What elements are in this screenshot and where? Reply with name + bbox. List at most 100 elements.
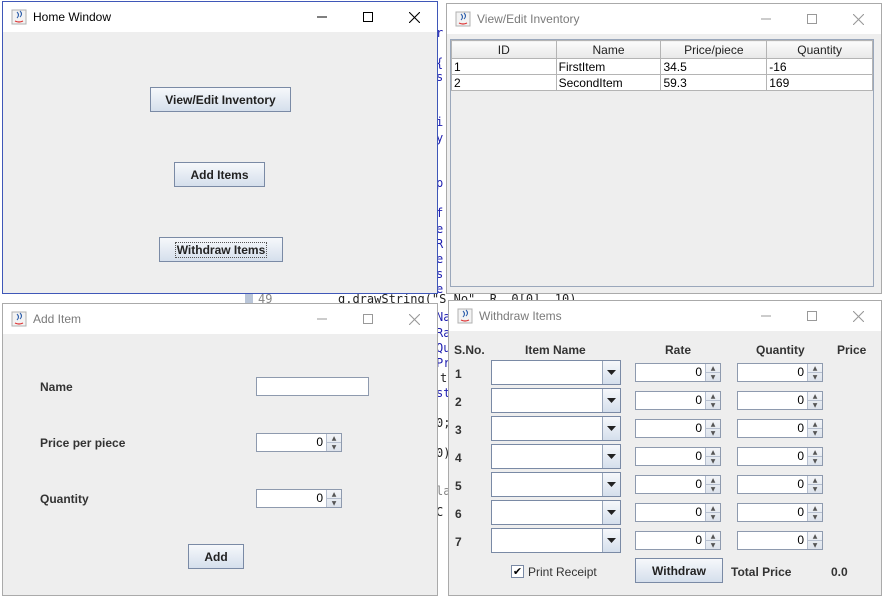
spinner-value[interactable]: 0: [738, 476, 807, 493]
quantity-spinner[interactable]: 0 ▲ ▼: [737, 419, 823, 438]
chevron-down-icon[interactable]: [602, 361, 620, 384]
quantity-spinner[interactable]: 0 ▲ ▼: [737, 363, 823, 382]
name-field[interactable]: [256, 377, 369, 396]
spinner-up-icon[interactable]: ▲: [808, 364, 822, 373]
table-row[interactable]: 2 SecondItem 59.3 169: [451, 74, 873, 91]
spinner-down-icon[interactable]: ▼: [808, 513, 822, 521]
rate-spinner[interactable]: 0 ▲ ▼: [635, 447, 721, 466]
spinner-up-icon[interactable]: ▲: [808, 532, 822, 541]
spinner-down-icon[interactable]: ▼: [706, 541, 720, 549]
spinner-value[interactable]: 0: [738, 504, 807, 521]
spinner-down-icon[interactable]: ▼: [706, 513, 720, 521]
spinner-value[interactable]: 0: [738, 392, 807, 409]
price-spinner[interactable]: 0 ▲ ▼: [256, 433, 342, 452]
table-scroll-pane[interactable]: ID Name Price/piece Quantity 1 FirstItem…: [450, 39, 874, 287]
print-receipt-checkbox[interactable]: ✔: [511, 565, 524, 578]
spinner-up-icon[interactable]: ▲: [706, 420, 720, 429]
view-edit-inventory-button[interactable]: View/Edit Inventory: [150, 87, 291, 112]
spinner-down-icon[interactable]: ▼: [706, 457, 720, 465]
withdraw-items-button[interactable]: Withdraw Items: [159, 237, 283, 262]
dropdown-field[interactable]: [492, 445, 602, 468]
dropdown-field[interactable]: [492, 361, 602, 384]
minimize-button[interactable]: [299, 304, 345, 334]
rate-spinner[interactable]: 0 ▲ ▼: [635, 363, 721, 382]
spinner-value[interactable]: 0: [257, 490, 326, 507]
spinner-down-icon[interactable]: ▼: [808, 541, 822, 549]
column-header-name[interactable]: Name: [555, 40, 662, 59]
spinner-value[interactable]: 0: [636, 448, 705, 465]
chevron-down-icon[interactable]: [602, 445, 620, 468]
spinner-up-icon[interactable]: ▲: [808, 504, 822, 513]
close-button[interactable]: [835, 4, 881, 34]
spinner-value[interactable]: 0: [636, 420, 705, 437]
chevron-down-icon[interactable]: [602, 473, 620, 496]
home-window-titlebar[interactable]: Home Window: [3, 2, 437, 32]
table-cell[interactable]: 34.5: [660, 58, 768, 75]
spinner-value[interactable]: 0: [636, 364, 705, 381]
chevron-down-icon[interactable]: [602, 501, 620, 524]
table-cell[interactable]: SecondItem: [555, 74, 662, 91]
inventory-table[interactable]: ID Name Price/piece Quantity 1 FirstItem…: [451, 40, 873, 91]
spinner-up-icon[interactable]: ▲: [808, 420, 822, 429]
spinner-value[interactable]: 0: [636, 532, 705, 549]
spinner-up-icon[interactable]: ▲: [706, 392, 720, 401]
dropdown-field[interactable]: [492, 529, 602, 552]
close-button[interactable]: [835, 301, 881, 331]
spinner-value[interactable]: 0: [636, 504, 705, 521]
rate-spinner[interactable]: 0 ▲ ▼: [635, 475, 721, 494]
quantity-spinner[interactable]: 0 ▲ ▼: [737, 475, 823, 494]
spinner-down-icon[interactable]: ▼: [706, 373, 720, 381]
quantity-spinner[interactable]: 0 ▲ ▼: [737, 503, 823, 522]
table-cell[interactable]: 169: [766, 74, 873, 91]
rate-spinner[interactable]: 0 ▲ ▼: [635, 419, 721, 438]
spinner-down-icon[interactable]: ▼: [808, 457, 822, 465]
dropdown-field[interactable]: [492, 473, 602, 496]
spinner-up-icon[interactable]: ▲: [808, 476, 822, 485]
add-items-button[interactable]: Add Items: [174, 162, 265, 187]
spinner-down-icon[interactable]: ▼: [706, 401, 720, 409]
spinner-up-icon[interactable]: ▲: [808, 392, 822, 401]
spinner-down-icon[interactable]: ▼: [327, 499, 341, 507]
spinner-value[interactable]: 0: [636, 392, 705, 409]
print-receipt-label[interactable]: Print Receipt: [528, 565, 597, 579]
close-button[interactable]: [391, 2, 437, 32]
item-name-dropdown[interactable]: [491, 472, 621, 497]
maximize-button[interactable]: [345, 2, 391, 32]
quantity-spinner[interactable]: 0 ▲ ▼: [737, 391, 823, 410]
table-cell[interactable]: 2: [451, 74, 557, 91]
spinner-up-icon[interactable]: ▲: [706, 532, 720, 541]
table-cell[interactable]: -16: [766, 58, 873, 75]
spinner-value[interactable]: 0: [257, 434, 326, 451]
minimize-button[interactable]: [743, 4, 789, 34]
quantity-spinner[interactable]: 0 ▲ ▼: [737, 447, 823, 466]
dropdown-field[interactable]: [492, 417, 602, 440]
table-cell[interactable]: 1: [451, 58, 557, 75]
spinner-down-icon[interactable]: ▼: [706, 485, 720, 493]
rate-spinner[interactable]: 0 ▲ ▼: [635, 531, 721, 550]
add-item-window-titlebar[interactable]: Add Item: [3, 304, 437, 334]
quantity-spinner[interactable]: 0 ▲ ▼: [737, 531, 823, 550]
spinner-value[interactable]: 0: [738, 532, 807, 549]
spinner-down-icon[interactable]: ▼: [808, 429, 822, 437]
quantity-spinner[interactable]: 0 ▲ ▼: [256, 489, 342, 508]
chevron-down-icon[interactable]: [602, 389, 620, 412]
spinner-down-icon[interactable]: ▼: [808, 373, 822, 381]
maximize-button[interactable]: [789, 301, 835, 331]
table-cell[interactable]: 59.3: [660, 74, 768, 91]
spinner-up-icon[interactable]: ▲: [706, 364, 720, 373]
item-name-dropdown[interactable]: [491, 500, 621, 525]
maximize-button[interactable]: [345, 304, 391, 334]
spinner-up-icon[interactable]: ▲: [706, 504, 720, 513]
column-header-price[interactable]: Price/piece: [660, 40, 768, 59]
dropdown-field[interactable]: [492, 501, 602, 524]
spinner-value[interactable]: 0: [636, 476, 705, 493]
add-button[interactable]: Add: [188, 544, 244, 569]
spinner-down-icon[interactable]: ▼: [706, 429, 720, 437]
minimize-button[interactable]: [743, 301, 789, 331]
table-cell[interactable]: FirstItem: [555, 58, 662, 75]
spinner-down-icon[interactable]: ▼: [808, 401, 822, 409]
minimize-button[interactable]: [299, 2, 345, 32]
chevron-down-icon[interactable]: [602, 529, 620, 552]
table-row[interactable]: 1 FirstItem 34.5 -16: [451, 58, 873, 75]
spinner-down-icon[interactable]: ▼: [327, 443, 341, 451]
